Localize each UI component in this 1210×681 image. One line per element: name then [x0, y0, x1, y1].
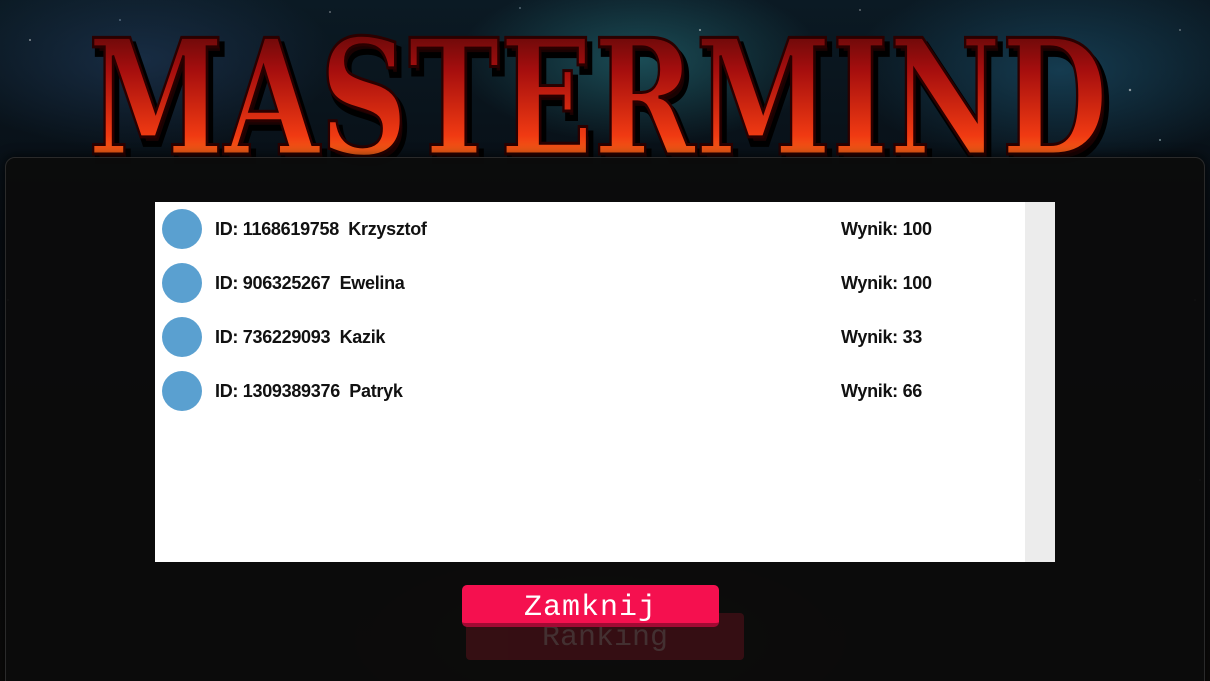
ranking-row[interactable]: ID: 906325267 Ewelina Wynik: 100	[155, 256, 1025, 310]
player-score: Wynik: 100	[841, 273, 932, 293]
player-id-name: ID: 1309389376 Patryk	[215, 381, 403, 401]
ranking-row[interactable]: ID: 736229093 Kazik Wynik: 33	[155, 310, 1025, 364]
player-score: Wynik: 33	[841, 327, 922, 347]
user-avatar-icon	[162, 209, 202, 249]
player-id-name: ID: 1168619758 Krzysztof	[215, 219, 427, 239]
player-id-name: ID: 736229093 Kazik	[215, 327, 386, 347]
user-avatar-icon	[162, 263, 202, 303]
ranking-list[interactable]: ID: 1168619758 Krzysztof Wynik: 100 ID: …	[155, 202, 1055, 562]
ranking-row[interactable]: ID: 1309389376 Patryk Wynik: 66	[155, 364, 1025, 418]
player-id-name: ID: 906325267 Ewelina	[215, 273, 405, 293]
mastermind-logo: MASTERMIND MASTERMIND	[87, 8, 1116, 178]
list-scrollbar[interactable]	[1025, 202, 1055, 562]
user-avatar-icon	[162, 317, 202, 357]
ranking-row[interactable]: ID: 1168619758 Krzysztof Wynik: 100	[155, 202, 1025, 256]
player-score: Wynik: 66	[841, 381, 922, 401]
player-score: Wynik: 100	[841, 219, 932, 239]
close-button[interactable]: Zamknij	[462, 585, 719, 627]
logo-text: MASTERMIND	[88, 8, 1108, 178]
game-logo: MASTERMIND MASTERMIND	[80, 8, 1120, 178]
close-button-label: Zamknij	[523, 591, 658, 625]
game-screen: MASTERMIND MASTERMIND ID: 1168619758 Krz…	[0, 0, 1210, 681]
user-avatar-icon	[162, 371, 202, 411]
